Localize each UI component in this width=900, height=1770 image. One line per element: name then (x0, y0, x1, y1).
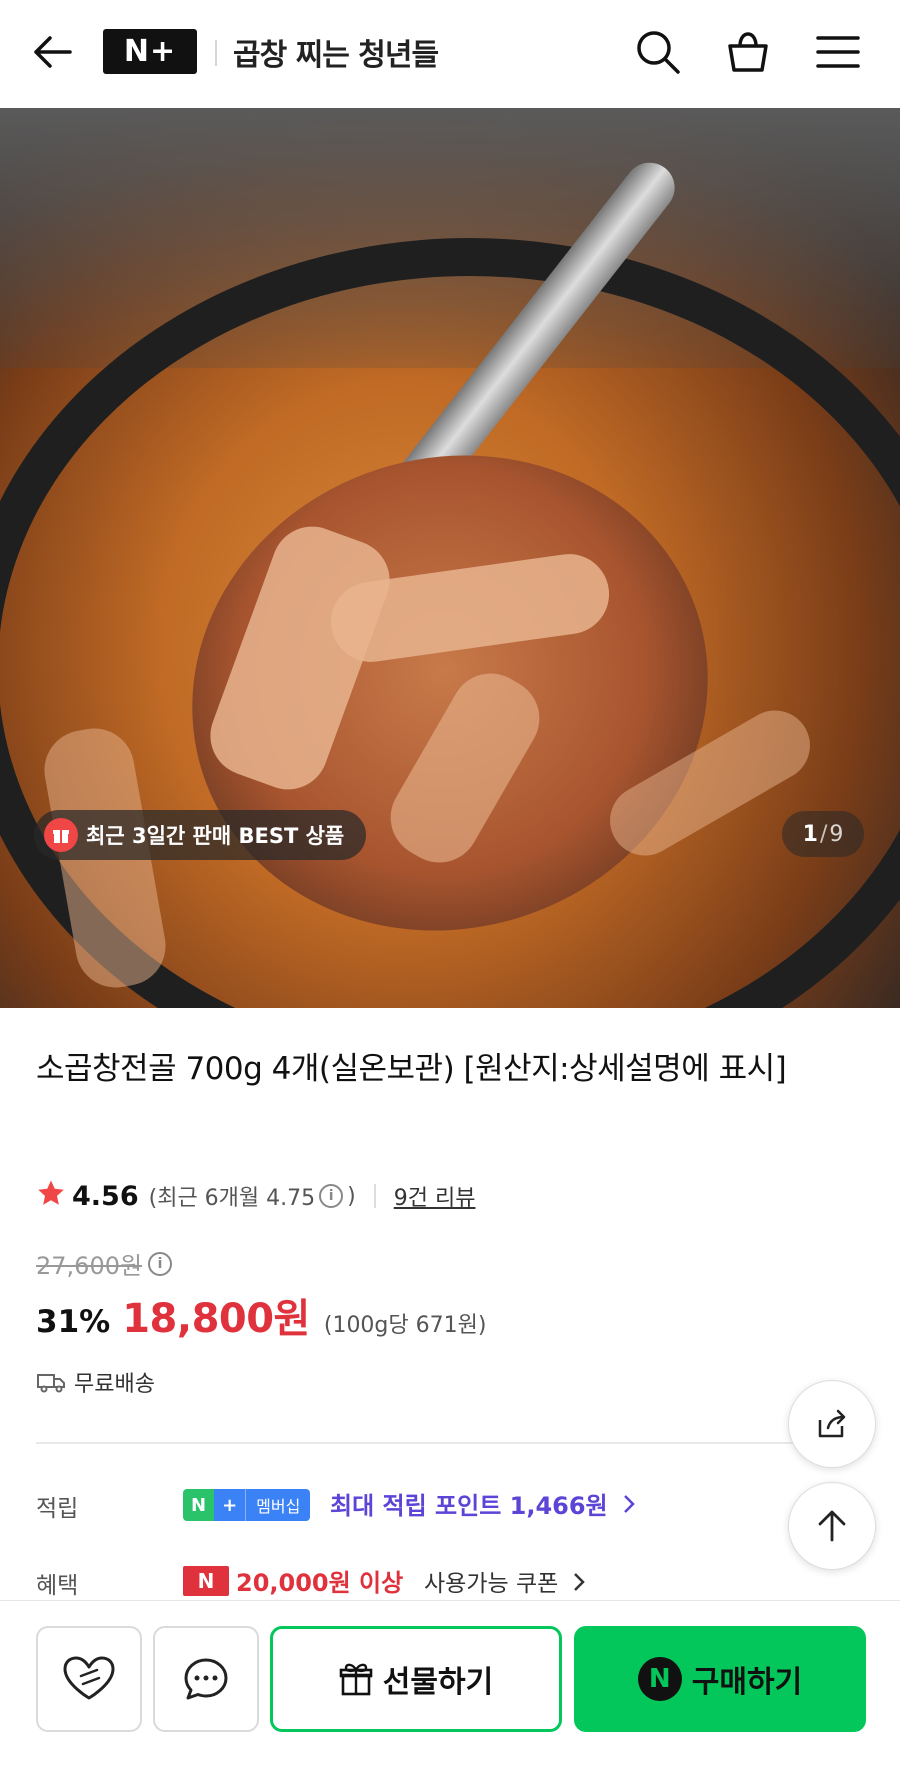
arrow-up-icon (816, 1508, 848, 1544)
buy-button-label: 구매하기 (691, 1665, 803, 1700)
max-points-link[interactable]: 최대 적립 포인트 1,466원 (330, 1486, 636, 1521)
npay-icon: N (637, 1657, 682, 1701)
naver-plus-logo[interactable]: N+ (103, 29, 197, 74)
gift-button-label: 선물하기 (382, 1665, 494, 1700)
chevron-right-icon (622, 1493, 636, 1521)
app-header: N+ 곱창 찌는 청년들 (0, 0, 900, 108)
review-count-link[interactable]: 9건 리뷰 (394, 1180, 476, 1212)
share-icon (814, 1406, 850, 1442)
product-title: 소곱창전골 700g 4개(실온보관) [원산지:상세설명에 표시] (36, 1051, 787, 1087)
original-price-row: 27,600원 i (36, 1246, 176, 1281)
benefit-label: 혜택 (36, 1573, 79, 1599)
image-counter-separator: / (819, 821, 828, 847)
image-counter: 1 / 9 (782, 811, 864, 857)
best-seller-badge: 최근 3일간 판매 BEST 상품 (34, 810, 367, 860)
discount-rate: 31% (36, 1304, 111, 1340)
max-points-text: 최대 적립 포인트 1,466원 (330, 1492, 608, 1520)
coupon-text: 사용가능 쿠폰 (424, 1571, 559, 1597)
store-name[interactable]: 곱창 찌는 청년들 (233, 30, 439, 74)
coupon-link[interactable]: 사용가능 쿠폰 (424, 1564, 586, 1599)
star-icon (36, 1178, 66, 1214)
chevron-right-icon (572, 1571, 586, 1599)
coupon-n-icon: N (183, 1566, 229, 1596)
price-row: 31% 18,800원 (100g당 671원) (36, 1286, 486, 1342)
heart-icon (61, 1654, 117, 1704)
section-divider (36, 1442, 796, 1444)
coupon-amount[interactable]: 20,000원 이상 (236, 1563, 403, 1598)
price-info-icon[interactable]: i (148, 1251, 173, 1276)
gift-box-icon (339, 1661, 373, 1697)
buy-button[interactable]: N 구매하기 (574, 1626, 866, 1732)
truck-icon (36, 1370, 66, 1394)
cart-icon[interactable] (722, 26, 774, 78)
rating-row: 4.56 (최근 6개월 4.75 i ) 9건 리뷰 (36, 1176, 475, 1216)
product-image-carousel[interactable]: 최근 3일간 판매 BEST 상품 1 / 9 (0, 108, 900, 1008)
wishlist-button[interactable] (36, 1626, 142, 1732)
best-seller-text: 최근 3일간 판매 BEST 상품 (86, 824, 345, 848)
share-button[interactable] (788, 1380, 876, 1468)
recent-rating-close: ) (347, 1183, 356, 1209)
chat-button[interactable] (153, 1626, 259, 1732)
rating-score: 4.56 (72, 1180, 139, 1212)
sale-price: 18,800원 (122, 1296, 310, 1342)
image-counter-current: 1 (802, 821, 818, 847)
search-icon[interactable] (632, 26, 684, 78)
shipping-row: 무료배송 (36, 1364, 155, 1400)
divider (373, 1184, 376, 1208)
scroll-top-button[interactable] (788, 1482, 876, 1570)
shipping-text: 무료배송 (74, 1372, 155, 1397)
back-arrow-icon[interactable] (30, 30, 74, 74)
membership-badge-plus: + (214, 1489, 246, 1521)
membership-badge-label: 멤버십 (245, 1489, 311, 1521)
info-icon[interactable]: i (319, 1184, 344, 1208)
logo-divider (215, 40, 217, 66)
membership-badge: N + 멤버십 (183, 1489, 311, 1521)
chat-bubble-icon (181, 1654, 231, 1704)
gift-icon (44, 818, 78, 852)
menu-icon[interactable] (812, 26, 864, 78)
recent-rating: (최근 6개월 4.75 (148, 1186, 316, 1211)
image-counter-total: 9 (829, 821, 844, 847)
original-price: 27,600원 (36, 1252, 143, 1280)
membership-badge-n: N (183, 1489, 215, 1521)
unit-price: (100g당 671원) (323, 1313, 487, 1338)
gift-button[interactable]: 선물하기 (270, 1626, 562, 1732)
points-label: 적립 (36, 1496, 79, 1522)
